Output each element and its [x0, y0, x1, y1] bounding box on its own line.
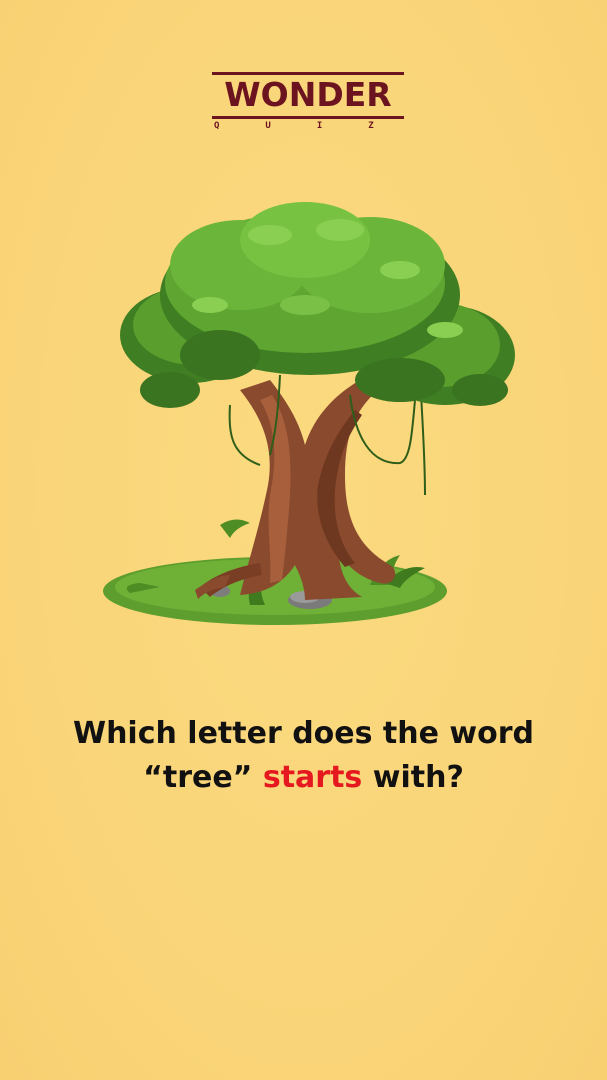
question-highlight: starts	[262, 760, 363, 795]
logo-subtitle: QUIZ	[214, 121, 420, 131]
question-line-2: “tree” starts with?	[30, 756, 577, 800]
wonder-quiz-logo: WONDER QUIZ	[212, 72, 404, 134]
logo-bottom-bar	[212, 116, 404, 119]
tree-foliage	[120, 202, 515, 408]
logo-wordmark: WONDER	[224, 75, 392, 114]
tree-icon	[103, 202, 515, 625]
quiz-question: Which letter does the word “tree” starts…	[30, 712, 577, 800]
quiz-page: WONDER QUIZ Which letter does the word “…	[0, 0, 607, 1080]
question-word: “tree”	[143, 760, 263, 795]
question-line-1: Which letter does the word	[72, 716, 535, 751]
question-ending: with?	[362, 760, 464, 795]
